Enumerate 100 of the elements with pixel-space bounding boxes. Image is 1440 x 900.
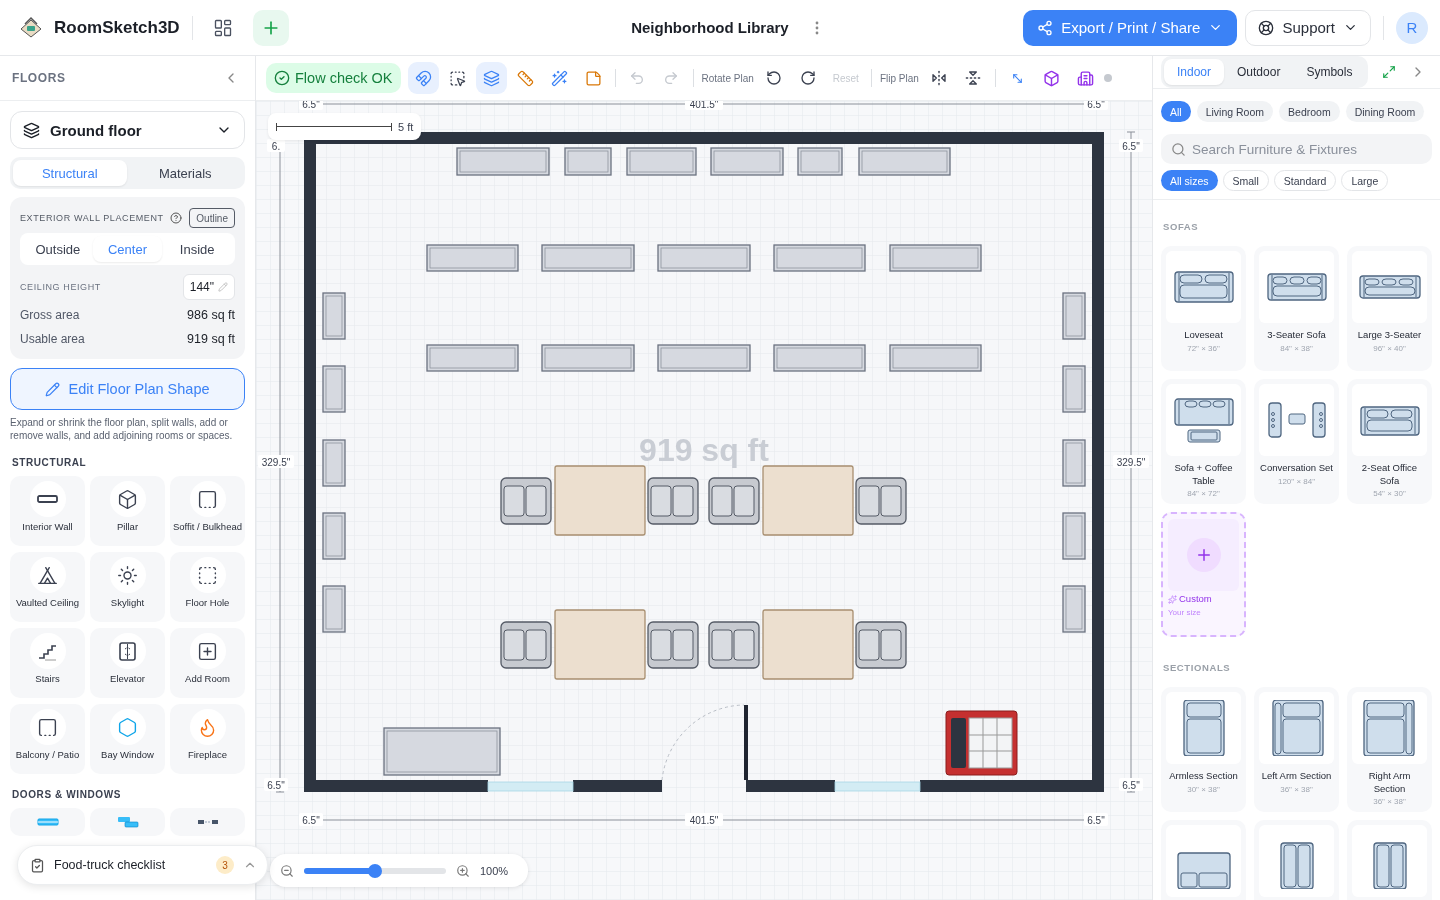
outline-button[interactable]: Outline <box>189 208 235 228</box>
size-chip[interactable]: Standard <box>1273 170 1337 191</box>
placement-option[interactable]: Center <box>92 236 163 262</box>
structure-tile[interactable] <box>170 808 245 836</box>
furniture-card[interactable]: Conversation Set 120" × 84" <box>1254 379 1339 504</box>
structure-tile[interactable]: Balcony / Patio <box>10 704 85 774</box>
custom-item-card[interactable]: Custom Your size <box>1161 512 1246 637</box>
field-label: EXTERIOR WALL PLACEMENT <box>20 213 164 223</box>
tool-button[interactable] <box>475 62 507 94</box>
table <box>564 147 612 176</box>
dimension-label: 6.5" <box>302 101 320 110</box>
item-size: 84" × 38" <box>1280 343 1313 353</box>
layers-icon <box>482 69 500 87</box>
rotate-right-icon <box>800 70 817 86</box>
armchair <box>708 477 760 525</box>
structure-tile[interactable]: Add Room <box>170 628 245 698</box>
tab[interactable]: Outdoor <box>1224 59 1294 85</box>
tab[interactable]: Symbols <box>1293 59 1366 85</box>
structure-tile[interactable]: Pillar <box>90 476 165 546</box>
status-badge: Flow check OK <box>266 63 401 93</box>
tab[interactable]: Indoor <box>1164 59 1225 85</box>
checklist-button[interactable]: Food-truck checklist 3 <box>17 845 268 885</box>
size-chip[interactable]: All sizes <box>1161 170 1218 191</box>
item-name: Right Arm Section <box>1367 770 1412 795</box>
project-title: Neighborhood Library <box>631 19 789 36</box>
item-name: 3-Seater Sofa <box>1267 329 1326 342</box>
dimension-label: 6.5" <box>1122 140 1140 152</box>
opening-icon <box>196 819 219 825</box>
dimension-label: 6.5" <box>1087 814 1105 826</box>
structure-tile[interactable]: Stairs <box>10 628 85 698</box>
count-badge: 3 <box>216 856 234 874</box>
placement-option[interactable]: Outside <box>23 236 93 262</box>
tab[interactable]: Materials <box>128 160 242 186</box>
table <box>322 512 346 560</box>
item-name: Armless Section <box>1169 770 1238 783</box>
furniture-card[interactable]: Left Arm Section 36" × 38" <box>1254 687 1339 812</box>
dashed-square-icon <box>197 488 218 510</box>
category-chip[interactable]: Living Room <box>1196 101 1274 122</box>
ceiling-height-field[interactable]: 144" <box>182 274 235 300</box>
tool-button[interactable] <box>407 62 439 94</box>
help-icon[interactable] <box>169 212 182 224</box>
item-name: Large 3-Seater <box>1357 329 1422 342</box>
armchair <box>500 477 552 525</box>
furniture-card[interactable]: Large 3-Seater 96" × 40" <box>1347 246 1432 371</box>
furniture-card[interactable]: Loveseat 72" × 36" <box>1161 246 1246 371</box>
support-button[interactable]: Support <box>1245 9 1371 46</box>
dashboard-icon <box>212 17 233 38</box>
item-size: 36" × 38" <box>1373 797 1406 806</box>
plus-square-icon <box>197 640 218 662</box>
furniture-card[interactable]: Right Arm Section 36" × 38" <box>1347 687 1432 812</box>
item-size: 120" × 84" <box>1277 476 1315 486</box>
category-chip[interactable]: Dining Room <box>1345 101 1425 122</box>
cube-icon <box>1042 69 1060 87</box>
size-chip[interactable]: Small <box>1222 170 1269 191</box>
sun-icon <box>117 564 138 586</box>
structure-tile[interactable]: Interior Wall <box>10 476 85 546</box>
layers-icon <box>23 121 40 139</box>
cube-icon <box>117 488 138 510</box>
furniture-card[interactable]: Armless Section 30" × 38" <box>1161 687 1246 812</box>
structure-tile[interactable]: Fireplace <box>170 704 245 774</box>
armchair <box>500 621 552 669</box>
category-chip[interactable]: All <box>1161 101 1191 122</box>
zoom-out-icon[interactable] <box>280 863 294 878</box>
structure-tile[interactable]: Soffit / Bulkhead <box>170 476 245 546</box>
category-chip[interactable]: Bedroom <box>1279 101 1340 122</box>
furniture-card[interactable]: 2-Seat Office Sofa 54" × 30" <box>1347 379 1432 504</box>
area-label: Usable area <box>20 332 85 346</box>
add-button[interactable] <box>252 9 289 46</box>
expand-icon[interactable] <box>1382 65 1397 79</box>
dimension-label: 401.5" <box>689 814 719 826</box>
search-field[interactable]: Search Furniture & Fixtures <box>1161 134 1432 164</box>
dimension-label: 6.5" <box>1087 101 1105 110</box>
structure-tile[interactable]: Vaulted Ceiling <box>10 552 85 622</box>
pencil-icon <box>218 282 228 292</box>
item-size: 96" × 40" <box>1373 343 1406 353</box>
dimension-label: 329.5" <box>1116 456 1146 468</box>
furniture-card[interactable]: Sofa + Coffee Table 84" × 72" <box>1161 379 1246 504</box>
placement-option[interactable]: Inside <box>162 236 232 262</box>
item-name: Loveseat <box>1184 329 1223 342</box>
zoom-in-icon[interactable] <box>456 863 470 878</box>
table <box>797 147 843 176</box>
furniture-card[interactable]: 3-Seater Sofa 84" × 38" <box>1254 246 1339 371</box>
structure-tile[interactable]: Skylight <box>90 552 165 622</box>
selection-icon <box>448 69 466 87</box>
size-chip[interactable]: Large <box>1341 170 1389 191</box>
table <box>1062 439 1086 487</box>
section-title: STRUCTURAL <box>12 457 87 468</box>
item-name: Custom <box>1168 593 1212 606</box>
structure-tile[interactable]: Bay Window <box>90 704 165 774</box>
structure-tile[interactable] <box>10 808 85 836</box>
window-icon <box>36 818 59 826</box>
item-size: Your size <box>1168 607 1201 617</box>
armchair <box>855 477 907 525</box>
structure-tile[interactable]: Elevator <box>90 628 165 698</box>
structure-tile[interactable] <box>90 808 165 836</box>
tab[interactable]: Structural <box>13 160 127 186</box>
floor-select[interactable]: Ground floor <box>10 111 245 149</box>
export-button[interactable]: Export / Print / Share <box>1023 9 1238 46</box>
dimension-label: 329.5" <box>261 456 291 468</box>
structure-tile[interactable]: Floor Hole <box>170 552 245 622</box>
